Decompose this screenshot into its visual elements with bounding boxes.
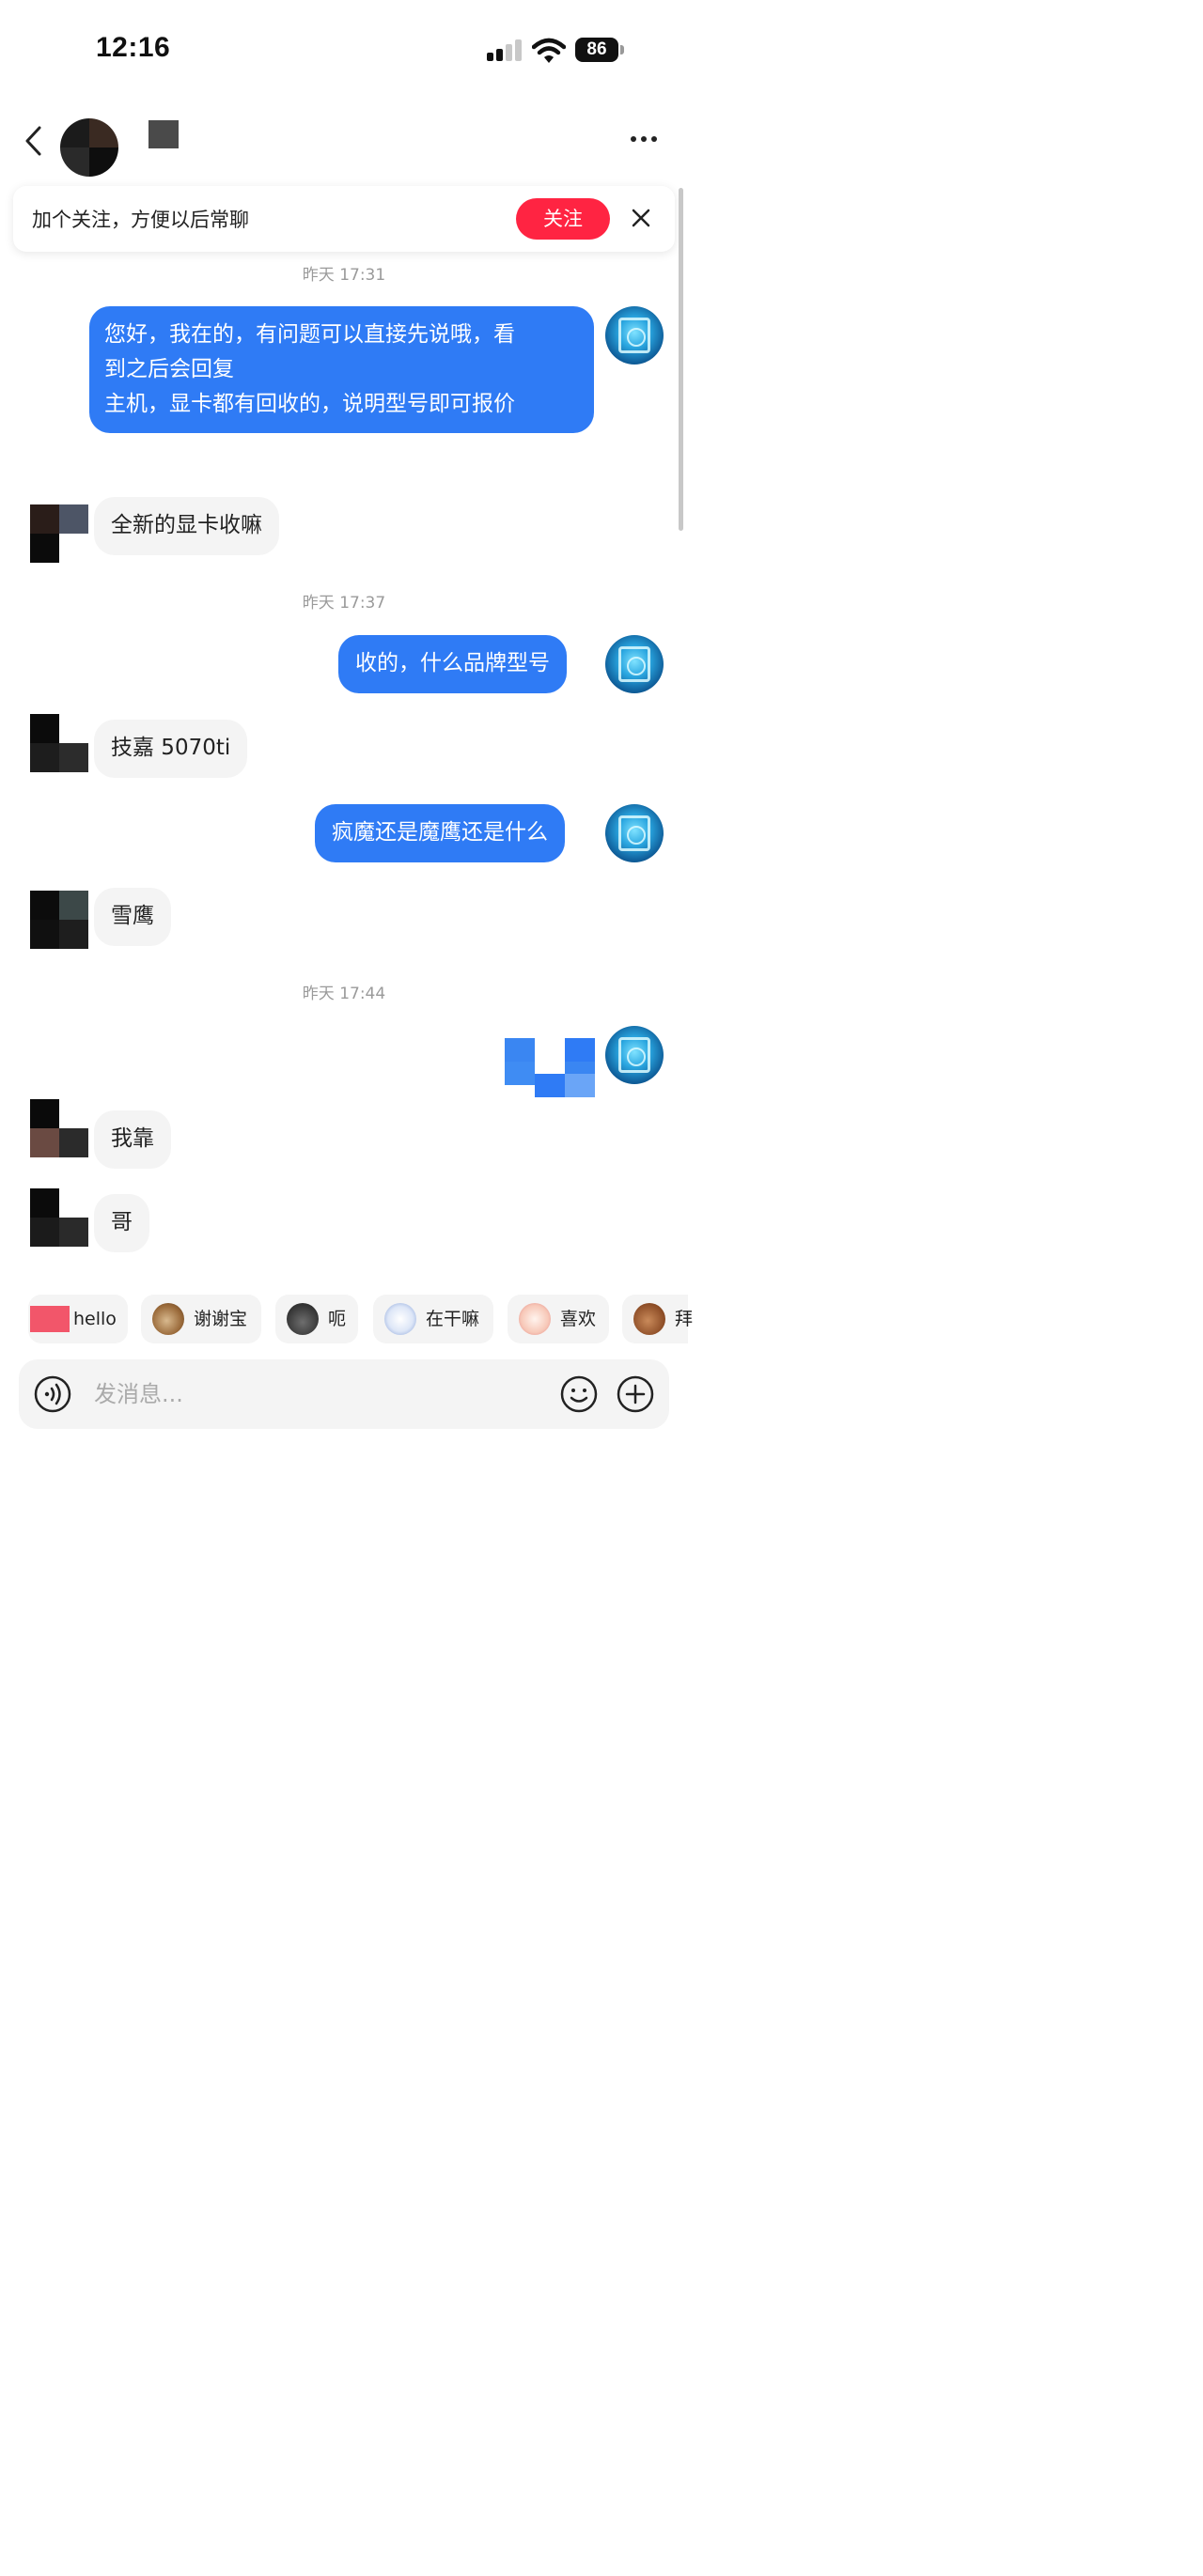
bow-sticker-icon xyxy=(633,1303,665,1335)
timestamp: 昨天 17:37 xyxy=(302,594,386,613)
follow-button[interactable]: 关注 xyxy=(516,198,610,240)
quick-reply-er[interactable]: 呃 xyxy=(275,1295,358,1343)
blush-sticker-icon xyxy=(519,1303,551,1335)
contact-avatar[interactable] xyxy=(30,1188,88,1247)
message-bubble-incoming[interactable]: 全新的显卡收嘛 xyxy=(94,497,279,555)
message-input-bar xyxy=(19,1359,669,1429)
follow-banner: 加个关注，方便以后常聊 关注 xyxy=(13,186,675,252)
timestamp: 昨天 17:44 xyxy=(302,985,386,1003)
voice-icon[interactable] xyxy=(34,1375,71,1413)
message-bubble-incoming[interactable]: 雪鹰 xyxy=(94,888,171,946)
plus-icon[interactable] xyxy=(617,1375,654,1413)
battery-level: 86 xyxy=(575,38,618,62)
chat-header xyxy=(0,103,688,178)
quick-reply-what-doing[interactable]: 在干嘛 xyxy=(373,1295,493,1343)
message-bubble-outgoing[interactable]: 您好，我在的，有问题可以直接先说哦，看 到之后会回复 主机，显卡都有回收的，说明… xyxy=(89,306,594,433)
message-bubble-outgoing[interactable]: 疯魔还是魔鹰还是什么 xyxy=(315,804,565,862)
battery-icon: 86 xyxy=(575,38,624,62)
self-avatar[interactable] xyxy=(605,1026,664,1084)
contact-avatar[interactable] xyxy=(60,118,118,177)
chevron-left-icon[interactable] xyxy=(21,124,49,158)
cellular-signal-icon xyxy=(487,39,522,61)
contact-avatar[interactable] xyxy=(30,504,88,563)
self-avatar[interactable] xyxy=(605,306,664,365)
self-avatar[interactable] xyxy=(605,804,664,862)
wave-sticker-icon xyxy=(30,1306,70,1332)
message-bubble-incoming[interactable]: 技嘉 5070ti xyxy=(94,720,248,778)
follow-prompt-text: 加个关注，方便以后常聊 xyxy=(32,209,249,231)
quick-reply-hello[interactable]: hello xyxy=(28,1295,128,1343)
quick-reply-bye[interactable]: 拜 xyxy=(622,1295,693,1343)
face-sticker-icon xyxy=(384,1303,416,1335)
scrollbar[interactable] xyxy=(679,188,683,531)
close-icon[interactable] xyxy=(630,207,652,229)
quick-reply-bar[interactable]: hello 谢谢宝 呃 在干嘛 喜欢 拜 xyxy=(0,1295,693,1343)
contact-avatar[interactable] xyxy=(30,714,88,772)
message-input[interactable] xyxy=(94,1359,545,1429)
image-message[interactable] xyxy=(505,1026,595,1097)
contact-avatar[interactable] xyxy=(30,891,88,949)
message-bubble-incoming[interactable]: 我靠 xyxy=(94,1110,171,1169)
more-icon[interactable] xyxy=(628,132,660,147)
emoji-icon[interactable] xyxy=(560,1375,598,1413)
self-avatar[interactable] xyxy=(605,635,664,693)
clock: 12:16 xyxy=(96,32,171,63)
message-bubble-outgoing[interactable]: 收的，什么品牌型号 xyxy=(338,635,567,693)
contact-avatar[interactable] xyxy=(30,1099,88,1157)
quick-reply-thanks[interactable]: 谢谢宝 xyxy=(141,1295,261,1343)
status-bar: 12:16 86 xyxy=(0,0,688,94)
quick-reply-like[interactable]: 喜欢 xyxy=(508,1295,609,1343)
contact-name[interactable] xyxy=(148,120,179,148)
cat-sticker-icon xyxy=(287,1303,319,1335)
wifi-icon xyxy=(532,38,566,63)
timestamp: 昨天 17:31 xyxy=(302,266,386,285)
message-bubble-incoming[interactable]: 哥 xyxy=(94,1194,149,1252)
monkey-sticker-icon xyxy=(152,1303,184,1335)
